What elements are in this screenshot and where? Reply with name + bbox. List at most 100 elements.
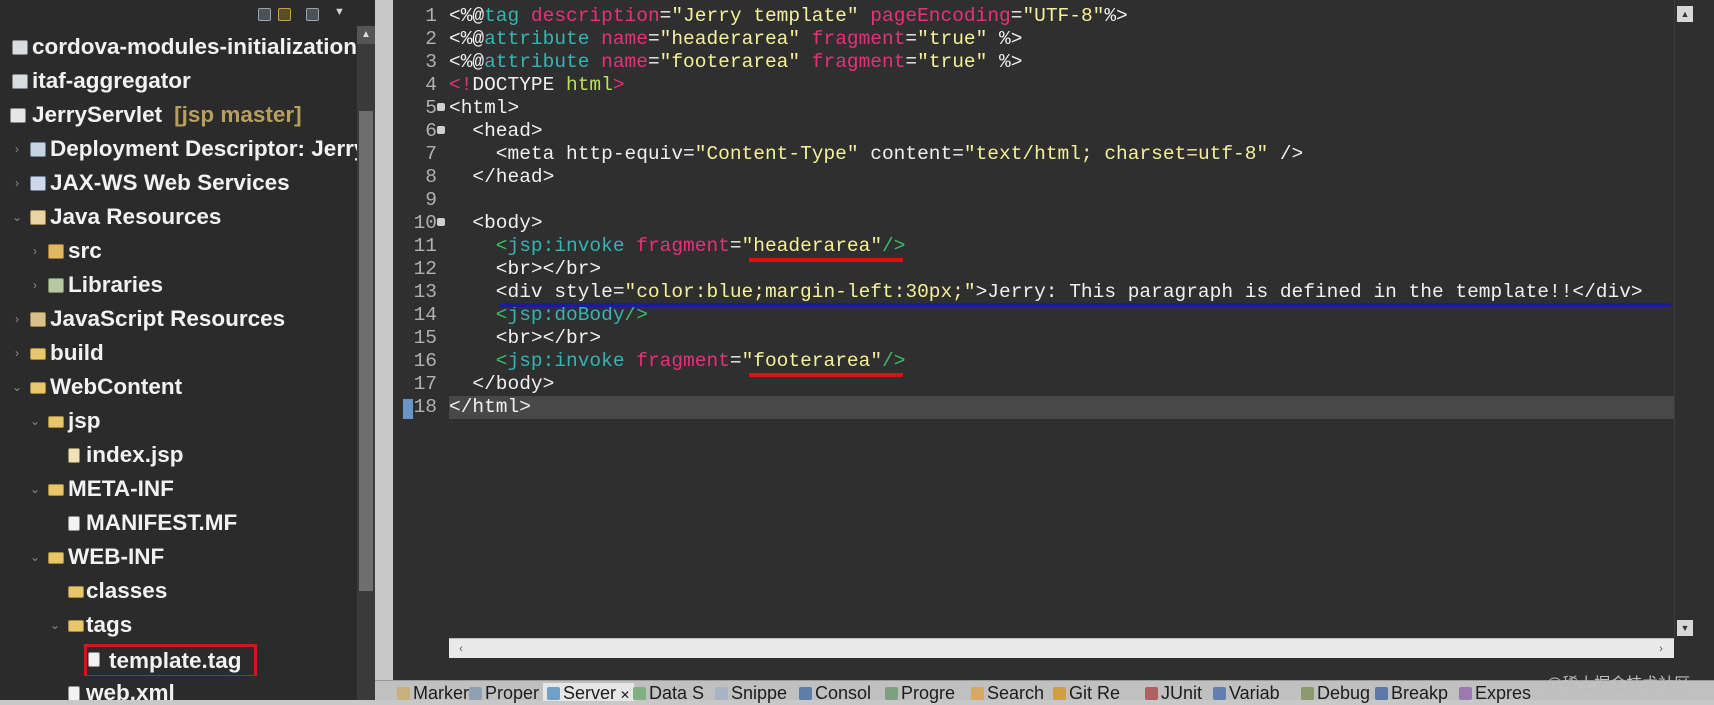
tab-variables[interactable]: Variab (1213, 683, 1280, 703)
scroll-right-icon[interactable]: › (1653, 641, 1669, 657)
tree-item-libraries[interactable]: › Libraries (0, 268, 362, 302)
token: </html> (449, 396, 531, 418)
expand-arrow-icon[interactable]: › (10, 132, 24, 166)
expand-arrow-icon[interactable]: › (10, 166, 24, 200)
tree-item-itaf-aggregator[interactable]: itaf-aggregator (0, 64, 362, 98)
tree-item-label: jsp (68, 408, 101, 433)
explorer-scrollbar[interactable]: ▲ (357, 26, 375, 700)
tab-label: Marker (413, 683, 470, 703)
tab-snippets[interactable]: Snippe (715, 683, 787, 703)
tab-properties[interactable]: Proper (469, 683, 539, 703)
collapse-arrow-icon[interactable]: ⌄ (10, 370, 24, 404)
tab-expressions[interactable]: Expres (1459, 683, 1531, 703)
tab-console[interactable]: Consol (799, 683, 872, 703)
line-number: 3 (425, 51, 437, 73)
git-repositories-icon (1053, 687, 1066, 700)
scroll-left-icon[interactable]: ‹ (453, 641, 469, 657)
focus-icon[interactable] (306, 8, 319, 21)
tree-item-template-tag[interactable]: template.tag (0, 642, 362, 676)
code-editor[interactable]: 1 2 3 4 5 6 7 8 9 10 11 12 13 14 15 16 1… (393, 0, 1714, 680)
tab-data-source[interactable]: Data S (633, 683, 704, 703)
view-menu-icon[interactable]: ▼ (334, 6, 345, 18)
expand-arrow-icon[interactable]: › (10, 302, 24, 336)
token: attribute (484, 51, 590, 73)
token: <! (449, 74, 473, 96)
token: " (741, 235, 754, 257)
code-line-10: <body> (449, 212, 1674, 235)
tree-item-src[interactable]: › src (0, 234, 362, 268)
token: fragment (624, 350, 730, 372)
tree-item-label: Libraries (68, 272, 164, 297)
collapse-arrow-icon[interactable]: ⌄ (28, 472, 42, 506)
code-line-3: <%@attribute name="footerarea" fragment=… (449, 51, 1674, 74)
tree-item-build[interactable]: › build (0, 336, 362, 370)
tree-item-label: template.tag (84, 644, 257, 676)
tree-item-jsp-folder[interactable]: ⌄ jsp (0, 404, 362, 438)
tab-git-repositories[interactable]: Git Re (1053, 683, 1120, 703)
tab-progress[interactable]: Progre (885, 683, 955, 703)
tree-item-tags[interactable]: ⌄ tags (0, 608, 362, 642)
tree-item-meta-inf[interactable]: ⌄ META-INF (0, 472, 362, 506)
tab-debug[interactable]: Debug (1301, 683, 1370, 703)
line-number: 13 (413, 281, 437, 303)
tree-item-webcontent[interactable]: ⌄ WebContent (0, 370, 362, 404)
code-line-4: <!DOCTYPE html> (449, 74, 1674, 97)
folder-icon (68, 620, 84, 632)
scroll-up-icon[interactable]: ▲ (357, 26, 375, 44)
line-number: 7 (425, 143, 437, 165)
tree-item-web-inf[interactable]: ⌄ WEB-INF (0, 540, 362, 574)
scroll-up-icon[interactable]: ▲ (1677, 6, 1693, 22)
jsp-file-icon (68, 448, 80, 463)
tree-item-label: JavaScript Resources (50, 306, 286, 331)
tree-item-classes[interactable]: classes (0, 574, 362, 608)
fold-toggle-icon[interactable] (437, 218, 445, 226)
token: "text/html; charset=utf-8" (963, 143, 1269, 165)
collapse-arrow-icon[interactable]: ⌄ (28, 404, 42, 438)
token: "Content-Type" (694, 143, 859, 165)
tab-servers[interactable]: Server ✕ (543, 683, 635, 703)
token: " (870, 235, 883, 257)
tree-item-web-xml[interactable]: web.xml (0, 676, 362, 700)
tree-item-jerryservlet[interactable]: JerryServlet [jsp master] (0, 98, 362, 132)
collapse-all-icon[interactable] (258, 8, 271, 21)
tab-breakpoints[interactable]: Breakp (1375, 683, 1448, 703)
scroll-down-icon[interactable]: ▼ (1677, 620, 1693, 636)
tab-label: Consol (815, 683, 872, 703)
expand-arrow-icon[interactable]: › (28, 268, 42, 302)
expand-arrow-icon[interactable]: › (10, 336, 24, 370)
collapse-arrow-icon[interactable]: ⌄ (10, 200, 24, 234)
fold-toggle-icon[interactable] (437, 103, 445, 111)
data-source-icon (633, 687, 646, 700)
fold-toggle-icon[interactable] (437, 126, 445, 134)
line-number: 9 (425, 189, 437, 211)
tree-item-index-jsp[interactable]: index.jsp (0, 438, 362, 472)
tree-item-java-resources[interactable]: ⌄ Java Resources (0, 200, 362, 234)
expand-arrow-icon[interactable]: › (28, 234, 42, 268)
collapse-arrow-icon[interactable]: ⌄ (48, 608, 62, 642)
tree-item-jax-ws[interactable]: › JAX-WS Web Services (0, 166, 362, 200)
tab-markers[interactable]: Marker (397, 683, 470, 703)
tree-item-cordova[interactable]: cordova-modules-initialization (0, 30, 362, 64)
tab-search[interactable]: Search (971, 683, 1044, 703)
deployment-descriptor-icon (30, 142, 46, 157)
tab-junit[interactable]: JUnit (1145, 683, 1202, 703)
tree-item-deployment-descriptor[interactable]: › Deployment Descriptor: Jerry (0, 132, 362, 166)
git-branch-decoration: [jsp master] (174, 102, 302, 127)
scrollbar-thumb[interactable] (359, 111, 373, 591)
token: >Jerry: This paragraph is defined in the… (975, 281, 1643, 303)
line-number: 14 (413, 304, 437, 326)
tree-item-javascript-resources[interactable]: › JavaScript Resources (0, 302, 362, 336)
token: </body> (449, 373, 555, 395)
tree-item-manifest[interactable]: MANIFEST.MF (0, 506, 362, 540)
editor-vertical-scrollbar[interactable]: ▲ ▼ (1674, 0, 1694, 640)
tree-item-label: WEB-INF (68, 544, 165, 569)
folder-icon (48, 484, 64, 496)
token: = (647, 51, 660, 73)
library-icon (48, 278, 64, 293)
editor-horizontal-scrollbar[interactable]: ‹ › (449, 638, 1674, 658)
code-area[interactable]: <%@tag description="Jerry template" page… (449, 0, 1674, 648)
pane-divider[interactable] (375, 0, 393, 680)
link-with-editor-icon[interactable] (278, 8, 291, 21)
collapse-arrow-icon[interactable]: ⌄ (28, 540, 42, 574)
